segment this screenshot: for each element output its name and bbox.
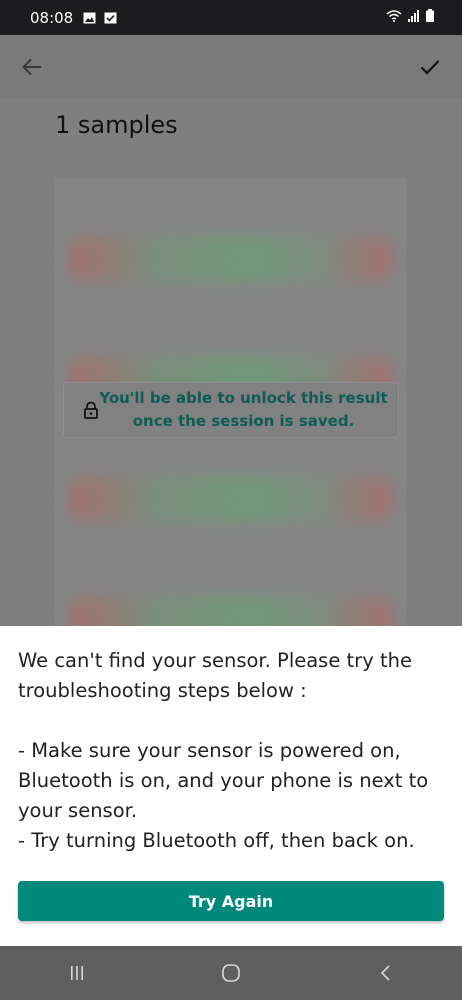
recent-apps-button[interactable]: [57, 953, 97, 993]
confirm-button[interactable]: [410, 47, 450, 87]
home-button[interactable]: [211, 953, 251, 993]
error-message: We can't find your sensor. Please try th…: [18, 649, 429, 852]
results-content: 1 samples You'll be able to unlock this …: [0, 99, 462, 639]
blurred-row: [69, 237, 393, 281]
status-right-icons: [386, 9, 434, 22]
battery-icon: [426, 9, 434, 22]
status-time: 08:08: [30, 8, 74, 27]
signal-icon: [408, 10, 419, 22]
arrow-left-icon: [22, 58, 41, 76]
system-nav-bar: [0, 946, 462, 1000]
error-sheet: We can't find your sensor. Please try th…: [0, 626, 462, 946]
wifi-icon: [386, 10, 402, 22]
page-title: 1 samples: [55, 111, 178, 139]
lock-notice-text: You'll be able to unlock this result onc…: [99, 389, 388, 430]
status-bar: 08:08: [0, 0, 462, 35]
app-bar: [0, 35, 462, 99]
blurred-row: [69, 477, 393, 521]
back-icon: [380, 965, 390, 981]
lock-icon: [84, 401, 98, 419]
system-back-button[interactable]: [365, 953, 405, 993]
check-icon: [420, 60, 440, 75]
home-icon: [222, 964, 240, 982]
checkbox-icon: [104, 12, 117, 23]
back-button[interactable]: [12, 47, 52, 87]
image-icon: [83, 12, 96, 23]
try-again-button[interactable]: Try Again: [18, 881, 444, 921]
recent-apps-icon: [71, 966, 83, 980]
lock-notice: You'll be able to unlock this result onc…: [63, 382, 399, 438]
